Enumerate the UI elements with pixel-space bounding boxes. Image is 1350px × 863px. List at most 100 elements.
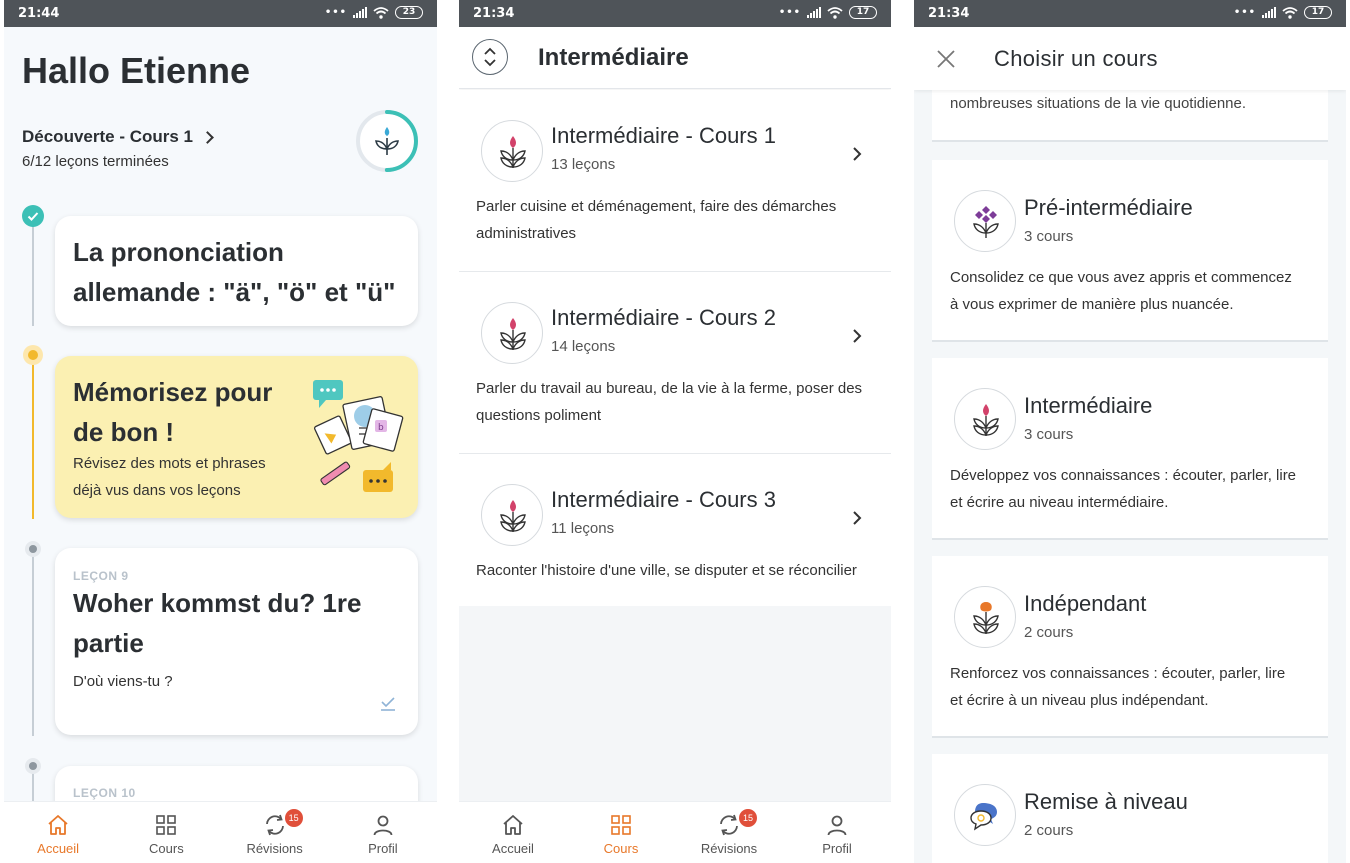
check-icon [381,697,395,711]
nav-profile-label: Profil [368,841,398,856]
nav-home[interactable]: Accueil [4,802,112,863]
previous-level-card[interactable]: nombreuses situations de la vie quotidie… [932,90,1328,142]
chevron-up-down-icon [483,47,496,66]
level-switch-button[interactable] [472,39,508,75]
review-card[interactable]: Mémorisez pour de bon ! Révisez des mots… [55,356,418,518]
review-card-subtitle: Révisez des mots et phrases [73,455,266,472]
bottom-navigation: Accueil Cours 15 Révisions Profil [4,801,437,863]
nav-courses-label: Cours [603,841,639,856]
wifi-icon [1282,6,1298,19]
level-title: Remise à niveau [1024,789,1188,814]
course-icon [481,484,543,546]
course-title: Intermédiaire - Cours 1 [551,123,776,148]
dots-icon: ••• [778,7,801,18]
nav-home-label: Accueil [492,841,534,856]
review-card-title: Mémorisez pour [73,377,273,407]
chevron-right-icon [853,147,862,161]
course-item[interactable]: Intermédiaire - Cours 2 14 leçons Parler… [459,272,891,454]
level-card-independent[interactable]: Indépendant 2 cours Renforcez vos connai… [932,556,1328,738]
card-title: La prononciation [73,237,284,267]
wifi-icon [827,6,843,19]
level-title: Pré-intermédiaire [1024,195,1193,220]
person-icon [827,815,847,836]
lesson-number: LEÇON 9 [73,569,129,583]
level-description: Consolidez ce que vous avez appris et co… [950,269,1292,313]
battery-icon: 17 [1304,6,1332,19]
refresh-icon [720,814,738,836]
grid-icon [611,815,631,835]
course-description: Raconter l'histoire d'une ville, se disp… [476,562,857,579]
level-card-pre-intermediate[interactable]: Pré-intermédiaire 3 cours Consolidez ce … [932,160,1328,342]
nav-reviews[interactable]: 15 Révisions [675,802,783,863]
header: Intermédiaire [459,27,891,89]
timeline-segment [32,556,34,736]
review-card-title-line2: de bon ! [73,417,175,447]
signal-icon [353,7,367,18]
nav-courses[interactable]: Cours [567,802,675,863]
course-lesson-count: 11 leçons [551,520,615,537]
grid-icon [156,815,177,835]
empty-area [459,606,891,802]
nav-courses[interactable]: Cours [112,802,220,863]
choose-course-screen: 21:34 ••• 17 Choisir un cours nombreuses… [914,0,1346,863]
battery-icon: 17 [849,6,877,19]
refresh-icon [265,814,284,836]
level-screen: 21:34 ••• 17 Intermédiaire Intermédiaire… [459,0,891,863]
lesson-subtitle: D'où viens-tu ? [73,673,173,690]
level-title: Intermédiaire [1024,393,1153,418]
current-course-name: Découverte - Cours 1 [22,127,193,146]
course-item[interactable]: Intermédiaire - Cours 3 11 leçons Racont… [459,454,891,608]
reviews-badge: 15 [284,809,303,827]
timeline-segment [32,224,34,326]
page-title: Intermédiaire [538,44,689,71]
timeline-segment [32,773,34,803]
card-title-line2: allemande : "ä", "ö" et "ü" [73,277,396,307]
nav-profile[interactable]: Profil [783,802,891,863]
close-icon[interactable] [936,49,956,69]
nav-profile[interactable]: Profil [329,802,437,863]
flower-icon [500,136,526,168]
level-icon [954,388,1016,450]
flower-icon [500,318,526,350]
person-icon [373,815,393,836]
level-card-intermediate[interactable]: Intermédiaire 3 cours Développez vos con… [932,358,1328,540]
home-icon [48,815,68,835]
lesson-card-9[interactable]: LEÇON 9 Woher kommst du? 1re partie D'où… [55,548,418,735]
course-lesson-count: 13 leçons [551,156,616,173]
level-icon [954,586,1016,648]
status-bar: 21:34 ••• 17 [914,0,1346,27]
course-progress-text: 6/12 leçons terminées [22,153,169,170]
status-time: 21:34 [928,6,970,21]
timeline-segment-active [32,363,34,519]
flower-icon [973,602,999,634]
course-progress-ring[interactable] [355,109,419,173]
home-screen: 21:44 ••• 23 Hallo Etienne Découverte - … [4,0,437,863]
level-description: nombreuses situations de la vie quotidie… [950,95,1247,112]
level-course-count: 2 cours [1024,624,1074,641]
signal-icon [807,7,821,18]
reviews-badge: 15 [739,809,757,827]
nav-reviews-label: Révisions [700,841,758,856]
nav-reviews[interactable]: 15 Révisions [221,802,329,863]
course-description: Parler du travail au bureau, de la vie à… [476,380,863,424]
dots-icon: ••• [1233,7,1256,18]
completed-check-icon [22,205,44,227]
course-title: Intermédiaire - Cours 3 [551,487,776,512]
greeting-title: Hallo Etienne [22,50,251,91]
course-lesson-count: 14 leçons [551,338,616,355]
lesson-title: Woher kommst du? 1re [73,588,362,618]
lesson-title-line2: partie [73,628,144,658]
status-time: 21:34 [473,6,515,21]
lesson-number: LEÇON 10 [73,786,136,800]
course-icon [481,302,543,364]
lesson-card-pronunciation[interactable]: La prononciation allemande : "ä", "ö" et… [55,216,418,326]
chevron-right-icon [853,511,862,525]
current-course-link[interactable]: Découverte - Cours 1 [22,127,214,147]
level-card-refresh[interactable]: Remise à niveau 2 cours [932,754,1328,863]
flower-icon [973,206,999,238]
course-item[interactable]: Intermédiaire - Cours 1 13 leçons Parler… [459,90,891,272]
svg-text:b: b [378,423,384,433]
level-description: Renforcez vos connaissances : écouter, p… [950,665,1286,709]
nav-home[interactable]: Accueil [459,802,567,863]
nav-courses-label: Cours [149,841,184,856]
